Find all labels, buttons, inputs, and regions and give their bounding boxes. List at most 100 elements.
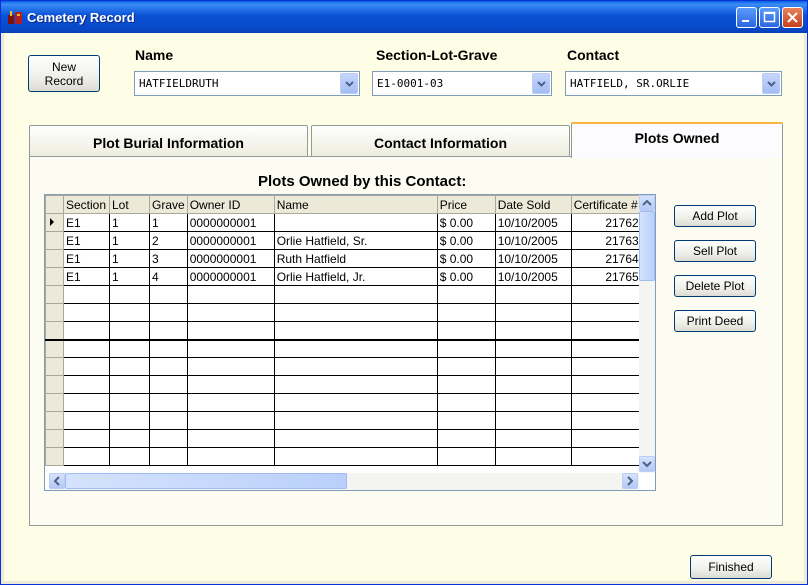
row-selector[interactable] [45,339,64,358]
table-cell[interactable] [273,213,438,232]
scroll-right-button[interactable] [622,473,638,489]
table-cell[interactable]: E1 [63,231,110,250]
table-row[interactable]: E1 1 4 0000000001 Orlie Hatfield, Jr. $ 0.00 1… [45,267,642,286]
column-header[interactable]: Date Sold [494,195,572,214]
column-header[interactable]: Price [436,195,496,214]
table-cell[interactable] [109,375,150,394]
table-cell[interactable] [186,321,275,340]
table-cell[interactable] [186,447,275,466]
row-selector[interactable] [45,447,64,466]
table-cell[interactable]: 2 [149,231,188,250]
table-cell[interactable] [63,447,110,466]
table-cell[interactable] [436,285,496,304]
table-cell[interactable]: 10/10/2005 [494,213,572,232]
row-selector[interactable] [45,231,64,250]
vertical-scroll-thumb[interactable] [639,211,655,281]
table-cell[interactable] [494,375,572,394]
table-cell[interactable] [186,375,275,394]
row-selector[interactable] [45,213,64,232]
name-combo[interactable]: HATFIELDRUTH [134,71,360,96]
table-row[interactable]: E1 1 3 0000000001 Ruth Hatfield $ 0.00 10/10/2… [45,249,642,268]
table-cell[interactable] [273,285,438,304]
row-selector[interactable] [45,321,64,340]
table-cell[interactable] [63,411,110,430]
table-cell[interactable] [494,285,572,304]
row-selector[interactable] [45,429,64,448]
table-cell[interactable] [436,303,496,322]
row-selector[interactable] [45,357,64,376]
tab-plots-owned[interactable]: Plots Owned [571,122,783,158]
column-header[interactable]: Name [273,195,438,214]
table-cell[interactable] [436,321,496,340]
table-cell[interactable] [273,321,438,340]
table-cell[interactable]: 10/10/2005 [494,231,572,250]
table-cell[interactable] [63,375,110,394]
table-cell[interactable] [186,411,275,430]
delete-plot-button[interactable]: Delete Plot [674,275,756,297]
table-cell[interactable] [570,429,642,448]
table-cell[interactable] [149,429,188,448]
table-cell[interactable]: 21762 [570,213,642,232]
horizontal-scrollbar[interactable] [49,473,639,490]
table-cell[interactable]: 3 [149,249,188,268]
row-selector[interactable] [45,303,64,322]
empty-table-row[interactable] [45,393,642,412]
table-cell[interactable] [109,321,150,340]
table-cell[interactable] [436,411,496,430]
table-cell[interactable] [494,357,572,376]
row-selector[interactable] [45,249,64,268]
column-header[interactable]: Certificate # [570,195,642,214]
table-cell[interactable] [186,285,275,304]
table-cell[interactable] [494,321,572,340]
table-row[interactable]: E1 1 2 0000000001 Orlie Hatfield, Sr. $ 0.00 1… [45,231,642,250]
table-cell[interactable]: 1 [109,213,150,232]
table-cell[interactable] [436,375,496,394]
table-cell[interactable]: $ 0.00 [436,231,496,250]
table-cell[interactable] [570,411,642,430]
row-selector[interactable] [45,411,64,430]
horizontal-scroll-thumb[interactable] [65,473,347,489]
table-cell[interactable]: E1 [63,249,110,268]
table-cell[interactable]: 0000000001 [186,213,275,232]
table-cell[interactable]: 1 [109,231,150,250]
table-cell[interactable]: Orlie Hatfield, Sr. [273,231,438,250]
table-cell[interactable] [273,393,438,412]
empty-table-row[interactable] [45,447,642,466]
row-selector[interactable] [45,375,64,394]
empty-table-row[interactable] [45,411,642,430]
table-cell[interactable] [436,429,496,448]
table-cell[interactable] [436,393,496,412]
table-cell[interactable] [109,429,150,448]
column-header[interactable]: Section [63,195,110,214]
table-row[interactable]: E1 1 1 0000000001 $ 0.00 10/10/2005 21762 [45,213,642,232]
title-bar[interactable]: Cemetery Record [1,1,807,33]
tab-contact-information[interactable]: Contact Information [311,125,570,157]
table-cell[interactable]: Orlie Hatfield, Jr. [273,267,438,286]
table-cell[interactable] [570,393,642,412]
scroll-up-button[interactable] [639,195,655,211]
table-cell[interactable] [186,429,275,448]
table-cell[interactable] [570,447,642,466]
name-dropdown-button[interactable] [340,73,358,94]
table-cell[interactable] [570,339,642,358]
table-cell[interactable] [570,357,642,376]
table-cell[interactable] [273,375,438,394]
empty-table-row[interactable] [45,429,642,448]
new-record-button[interactable]: New Record [28,55,100,92]
empty-table-row[interactable] [45,375,642,394]
table-cell[interactable] [570,285,642,304]
column-header[interactable]: Owner ID [186,195,275,214]
contact-combo[interactable]: HATFIELD, SR.ORLIE [565,71,782,96]
row-selector[interactable] [45,393,64,412]
finished-button[interactable]: Finished [690,555,772,579]
table-cell[interactable] [149,303,188,322]
table-cell[interactable] [109,393,150,412]
table-cell[interactable]: 1 [109,267,150,286]
tab-plot-burial-information[interactable]: Plot Burial Information [29,125,308,157]
table-cell[interactable] [63,321,110,340]
table-cell[interactable] [273,411,438,430]
table-cell[interactable] [63,339,110,358]
table-cell[interactable]: 10/10/2005 [494,249,572,268]
table-cell[interactable] [63,303,110,322]
print-deed-button[interactable]: Print Deed [674,310,756,332]
